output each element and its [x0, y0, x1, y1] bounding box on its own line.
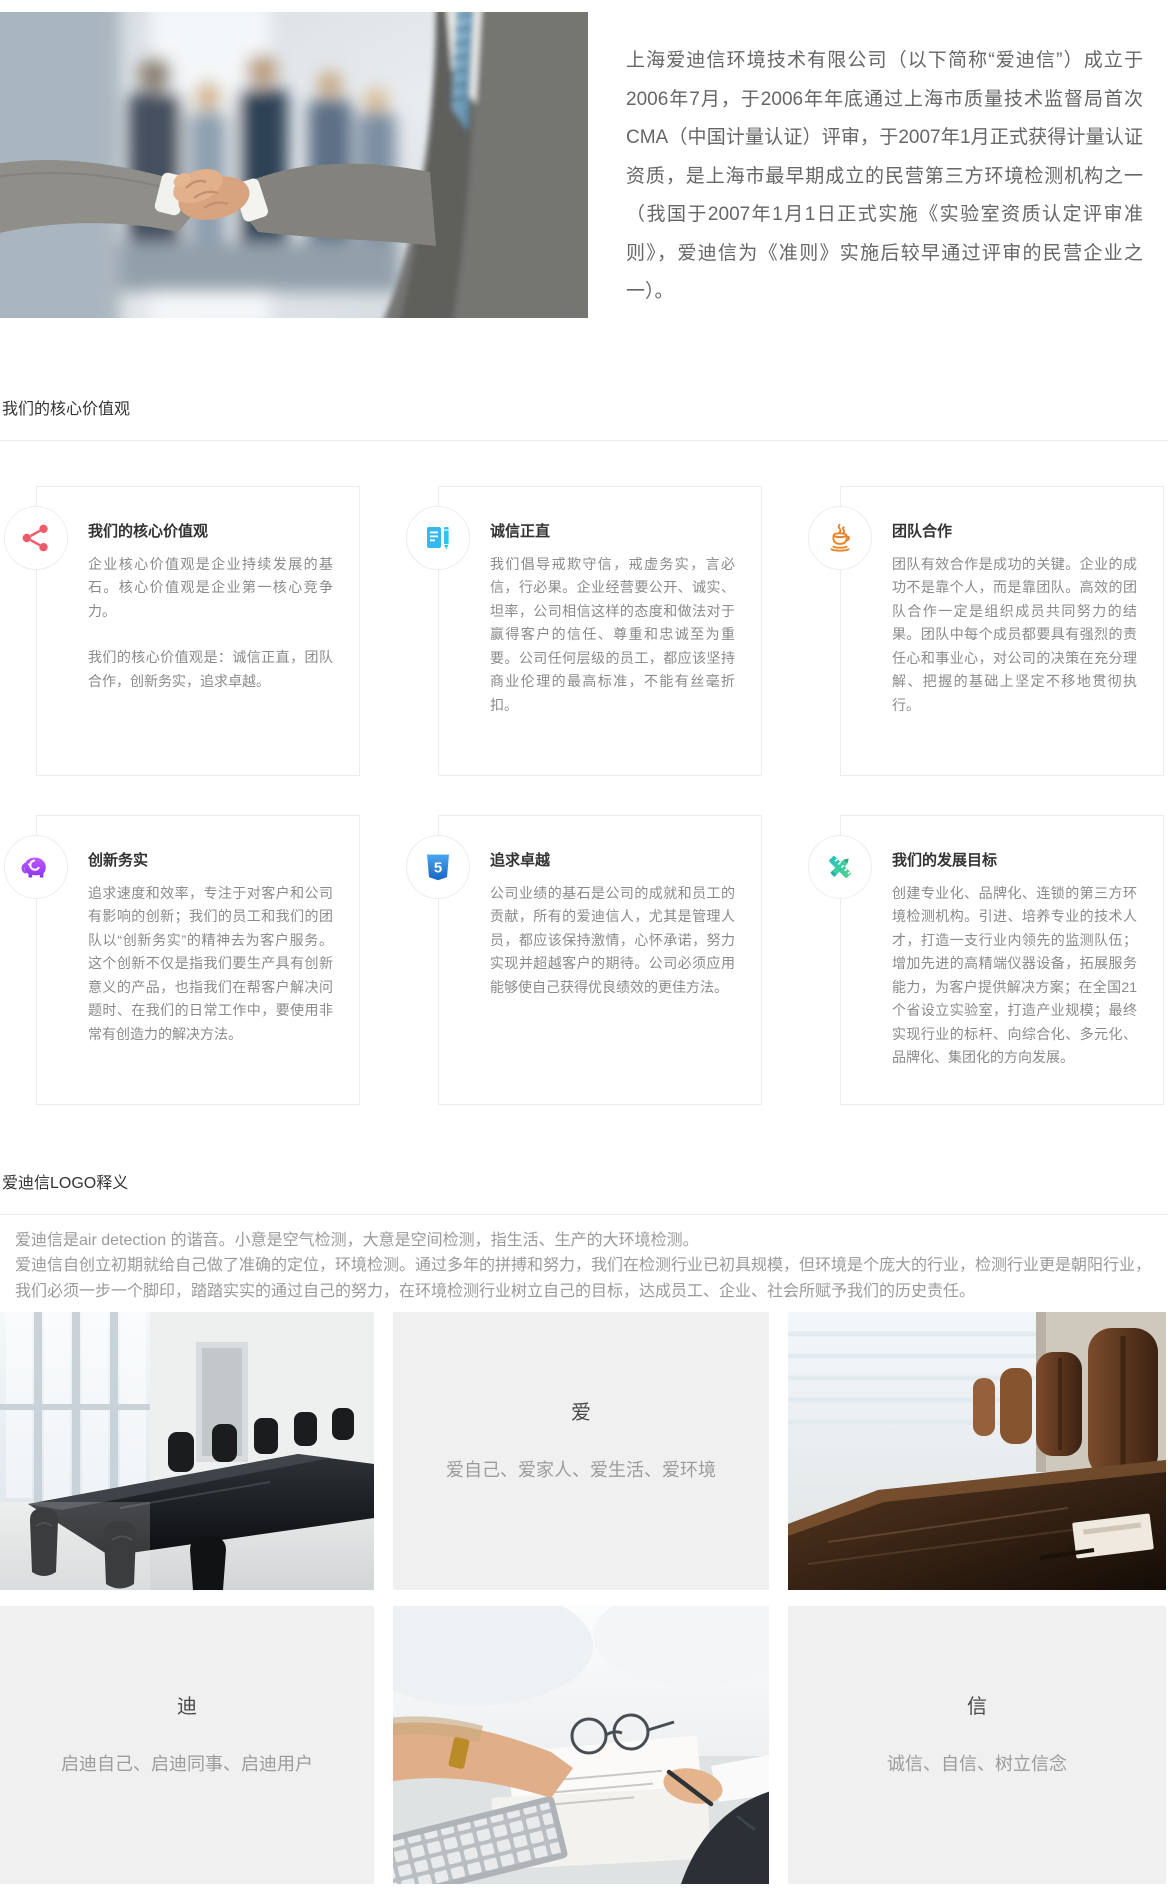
html5-shield-icon: 5 — [406, 835, 470, 899]
logo-meaning-line: 爱迪信自创立初期就给自己做了准确的定位，环境检测。通过多年的拼搏和努力，我们在检… — [15, 1253, 1168, 1279]
card-text: 我们的核心价值观是：诚信正直，团队合作，创新务实，追求卓越。 — [88, 646, 333, 693]
card-title: 创新务实 — [88, 849, 333, 870]
logo-block-di: 迪 启迪自己、启迪同事、启迪用户 — [0, 1606, 374, 1884]
card-text: 企业核心价值观是企业持续发展的基石。核心价值观是企业第一核心竞争力。 — [88, 553, 333, 624]
value-card-innovation: 创新务实 追求速度和效率，专注于对客户和公司有影响的创新；我们的员工和我们的团队… — [36, 815, 360, 1105]
section-divider — [0, 1214, 1168, 1215]
svg-text:5: 5 — [434, 859, 442, 876]
notebook-pencil-icon — [406, 506, 470, 570]
logo-block-title: 迪 — [0, 1606, 374, 1719]
logo-meaning-section-title: 爱迪信LOGO释义 — [2, 1169, 1168, 1193]
value-card-excellence: 5 追求卓越 公司业绩的基石是公司的成就和员工的贡献，所有的爱迪信人，尤其是管理… — [438, 815, 762, 1105]
logo-block-title: 信 — [788, 1606, 1166, 1719]
card-text: 公司业绩的基石是公司的成就和员工的贡献，所有的爱迪信人，尤其是管理人员，都应该保… — [490, 882, 735, 1000]
core-values-grid: 我们的核心价值观 企业核心价值观是企业持续发展的基石。核心价值观是企业第一核心竞… — [36, 486, 1168, 1105]
ruler-pencil-icon — [808, 835, 872, 899]
value-card-teamwork: 团队合作 团队有效合作是成功的关键。企业的成功不是靠个人，而是靠团队。高效的团队… — [840, 486, 1164, 776]
elephant-icon — [4, 835, 68, 899]
logo-block-title: 爱 — [393, 1312, 769, 1425]
core-values-section-title: 我们的核心价值观 — [2, 395, 1168, 419]
share-icon — [4, 506, 68, 570]
section-divider — [0, 440, 1168, 441]
logo-meaning-line: 爱迪信是air detection 的谐音。小意是空气检测，大意是空间检测，指生… — [15, 1228, 1168, 1254]
java-cup-icon — [808, 506, 872, 570]
logo-block-ai: 爱 爱自己、爱家人、爱生活、爱环境 — [393, 1312, 769, 1590]
logo-block-subtitle: 启迪自己、启迪同事、启迪用户 — [0, 1750, 374, 1776]
card-title: 我们的发展目标 — [892, 849, 1137, 870]
value-card-development-goal: 我们的发展目标 创建专业化、品牌化、连锁的第三方环境检测机构。引进、培养专业的技… — [840, 815, 1164, 1105]
meeting-room-photo — [0, 1312, 374, 1590]
logo-meaning-paragraph: 爱迪信是air detection 的谐音。小意是空气检测，大意是空间检测，指生… — [15, 1228, 1168, 1305]
company-intro-section: 上海爱迪信环境技术有限公司（以下简称“爱迪信”）成立于2006年7月，于2006… — [0, 12, 1168, 331]
business-hands-photo — [393, 1606, 769, 1884]
logo-block-subtitle: 诚信、自信、树立信念 — [788, 1750, 1166, 1776]
card-title: 我们的核心价值观 — [88, 520, 333, 541]
value-card-core-values: 我们的核心价值观 企业核心价值观是企业持续发展的基石。核心价值观是企业第一核心竞… — [36, 486, 360, 776]
card-title: 追求卓越 — [490, 849, 735, 870]
card-title: 诚信正直 — [490, 520, 735, 541]
logo-block-subtitle: 爱自己、爱家人、爱生活、爱环境 — [393, 1456, 769, 1482]
handshake-photo-illustration — [0, 12, 588, 318]
card-text: 追求速度和效率，专注于对客户和公司有影响的创新；我们的员工和我们的团队以“创新务… — [88, 882, 333, 1047]
conference-table-photo — [788, 1312, 1166, 1590]
card-text: 创建专业化、品牌化、连锁的第三方环境检测机构。引进、培养专业的技术人才，打造一支… — [892, 882, 1137, 1070]
business-handshake-photo — [0, 12, 588, 318]
about-page: 上海爱迪信环境技术有限公司（以下简称“爱迪信”）成立于2006年7月，于2006… — [0, 0, 1168, 1904]
logo-block-xin: 信 诚信、自信、树立信念 — [788, 1606, 1166, 1884]
card-title: 团队合作 — [892, 520, 1137, 541]
card-text: 我们倡导戒欺守信，戒虚务实，言必信，行必果。企业经营要公开、诚实、坦率，公司相信… — [490, 553, 735, 718]
logo-meaning-line: 我们必须一步一个脚印，踏踏实实的通过自己的努力，在环境检测行业树立自己的目标，达… — [15, 1279, 1168, 1305]
card-text: 团队有效合作是成功的关键。企业的成功不是靠个人，而是靠团队。高效的团队合作一定是… — [892, 553, 1137, 718]
value-card-integrity: 诚信正直 我们倡导戒欺守信，戒虚务实，言必信，行必果。企业经营要公开、诚实、坦率… — [438, 486, 762, 776]
company-intro-paragraph: 上海爱迪信环境技术有限公司（以下简称“爱迪信”）成立于2006年7月，于2006… — [626, 31, 1143, 312]
logo-meaning-grid: 爱 爱自己、爱家人、爱生活、爱环境 — [0, 1312, 1168, 1884]
